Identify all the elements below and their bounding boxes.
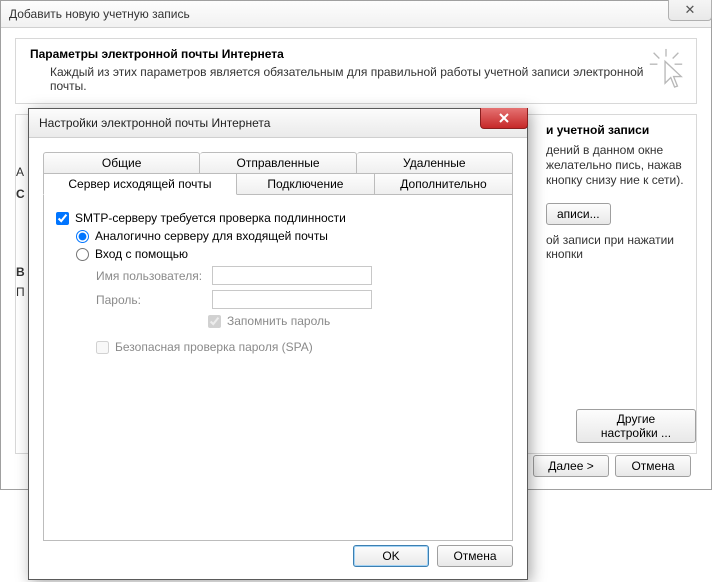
next-button[interactable]: Далее > — [533, 455, 609, 477]
panel-section-heading: и учетной записи — [546, 123, 649, 137]
cursor-icon — [646, 47, 686, 89]
test-account-button[interactable]: аписи... — [546, 203, 611, 225]
tab-panel-outgoing-server: SMTP-серверу требуется проверка подлинно… — [43, 195, 513, 541]
tabs-container: Общие Отправленные Удаленные Сервер исхо… — [29, 138, 527, 541]
settings-dialog: Настройки электронной почты Интернета Об… — [28, 108, 528, 580]
remember-password-label: Запомнить пароль — [227, 314, 330, 328]
username-input[interactable] — [212, 266, 372, 285]
tab-row: Общие Отправленные Удаленные — [43, 152, 513, 173]
left-stub: П — [16, 285, 25, 299]
cancel-button[interactable]: Отмена — [615, 455, 691, 477]
close-icon: ✕ — [685, 2, 696, 18]
left-stub: С — [16, 187, 25, 201]
more-settings-button[interactable]: Другие настройки ... — [576, 409, 696, 443]
spa-label: Безопасная проверка пароля (SPA) — [115, 340, 313, 354]
cancel-button[interactable]: Отмена — [437, 545, 513, 567]
wizard-header-subtitle: Каждый из этих параметров является обяза… — [30, 65, 682, 93]
wizard-title: Добавить новую учетную запись — [9, 7, 190, 21]
ok-button[interactable]: OK — [353, 545, 429, 567]
left-stub: В — [16, 265, 25, 279]
radio-logon-label: Вход с помощью — [95, 247, 188, 261]
tab-deleted[interactable]: Удаленные — [357, 152, 513, 173]
close-icon — [498, 112, 510, 124]
radio-same-label: Аналогично серверу для входящей почты — [95, 229, 328, 243]
panel-section-text: дений в данном окне желательно пись, наж… — [546, 143, 696, 188]
smtp-auth-checkbox[interactable] — [56, 212, 69, 225]
dialog-title: Настройки электронной почты Интернета — [39, 116, 270, 130]
tab-general[interactable]: Общие — [43, 152, 200, 173]
tab-outgoing-server[interactable]: Сервер исходящей почты — [43, 173, 237, 195]
tab-advanced[interactable]: Дополнительно — [375, 173, 513, 195]
smtp-auth-label: SMTP-серверу требуется проверка подлинно… — [75, 211, 346, 225]
tab-sent[interactable]: Отправленные — [200, 152, 356, 173]
tab-connection[interactable]: Подключение — [237, 173, 375, 195]
spa-checkbox[interactable] — [96, 341, 109, 354]
password-input[interactable] — [212, 290, 372, 309]
radio-same-as-incoming[interactable] — [76, 230, 89, 243]
password-label: Пароль: — [96, 293, 206, 307]
wizard-titlebar: Добавить новую учетную запись ✕ — [1, 1, 711, 28]
wizard-close-button[interactable]: ✕ — [668, 0, 712, 21]
wizard-header-title: Параметры электронной почты Интернета — [30, 47, 682, 61]
radio-logon-using[interactable] — [76, 248, 89, 261]
remember-password-checkbox[interactable] — [208, 315, 221, 328]
dialog-close-button[interactable] — [480, 108, 528, 129]
dialog-footer: OK Отмена — [353, 545, 513, 567]
wizard-header: Параметры электронной почты Интернета Ка… — [15, 38, 697, 104]
dialog-titlebar: Настройки электронной почты Интернета — [29, 109, 527, 138]
tab-row: Сервер исходящей почты Подключение Допол… — [43, 173, 513, 195]
panel-section-text: ой записи при нажатии кнопки — [546, 233, 706, 261]
username-label: Имя пользователя: — [96, 269, 206, 283]
left-stub: А — [16, 165, 24, 179]
